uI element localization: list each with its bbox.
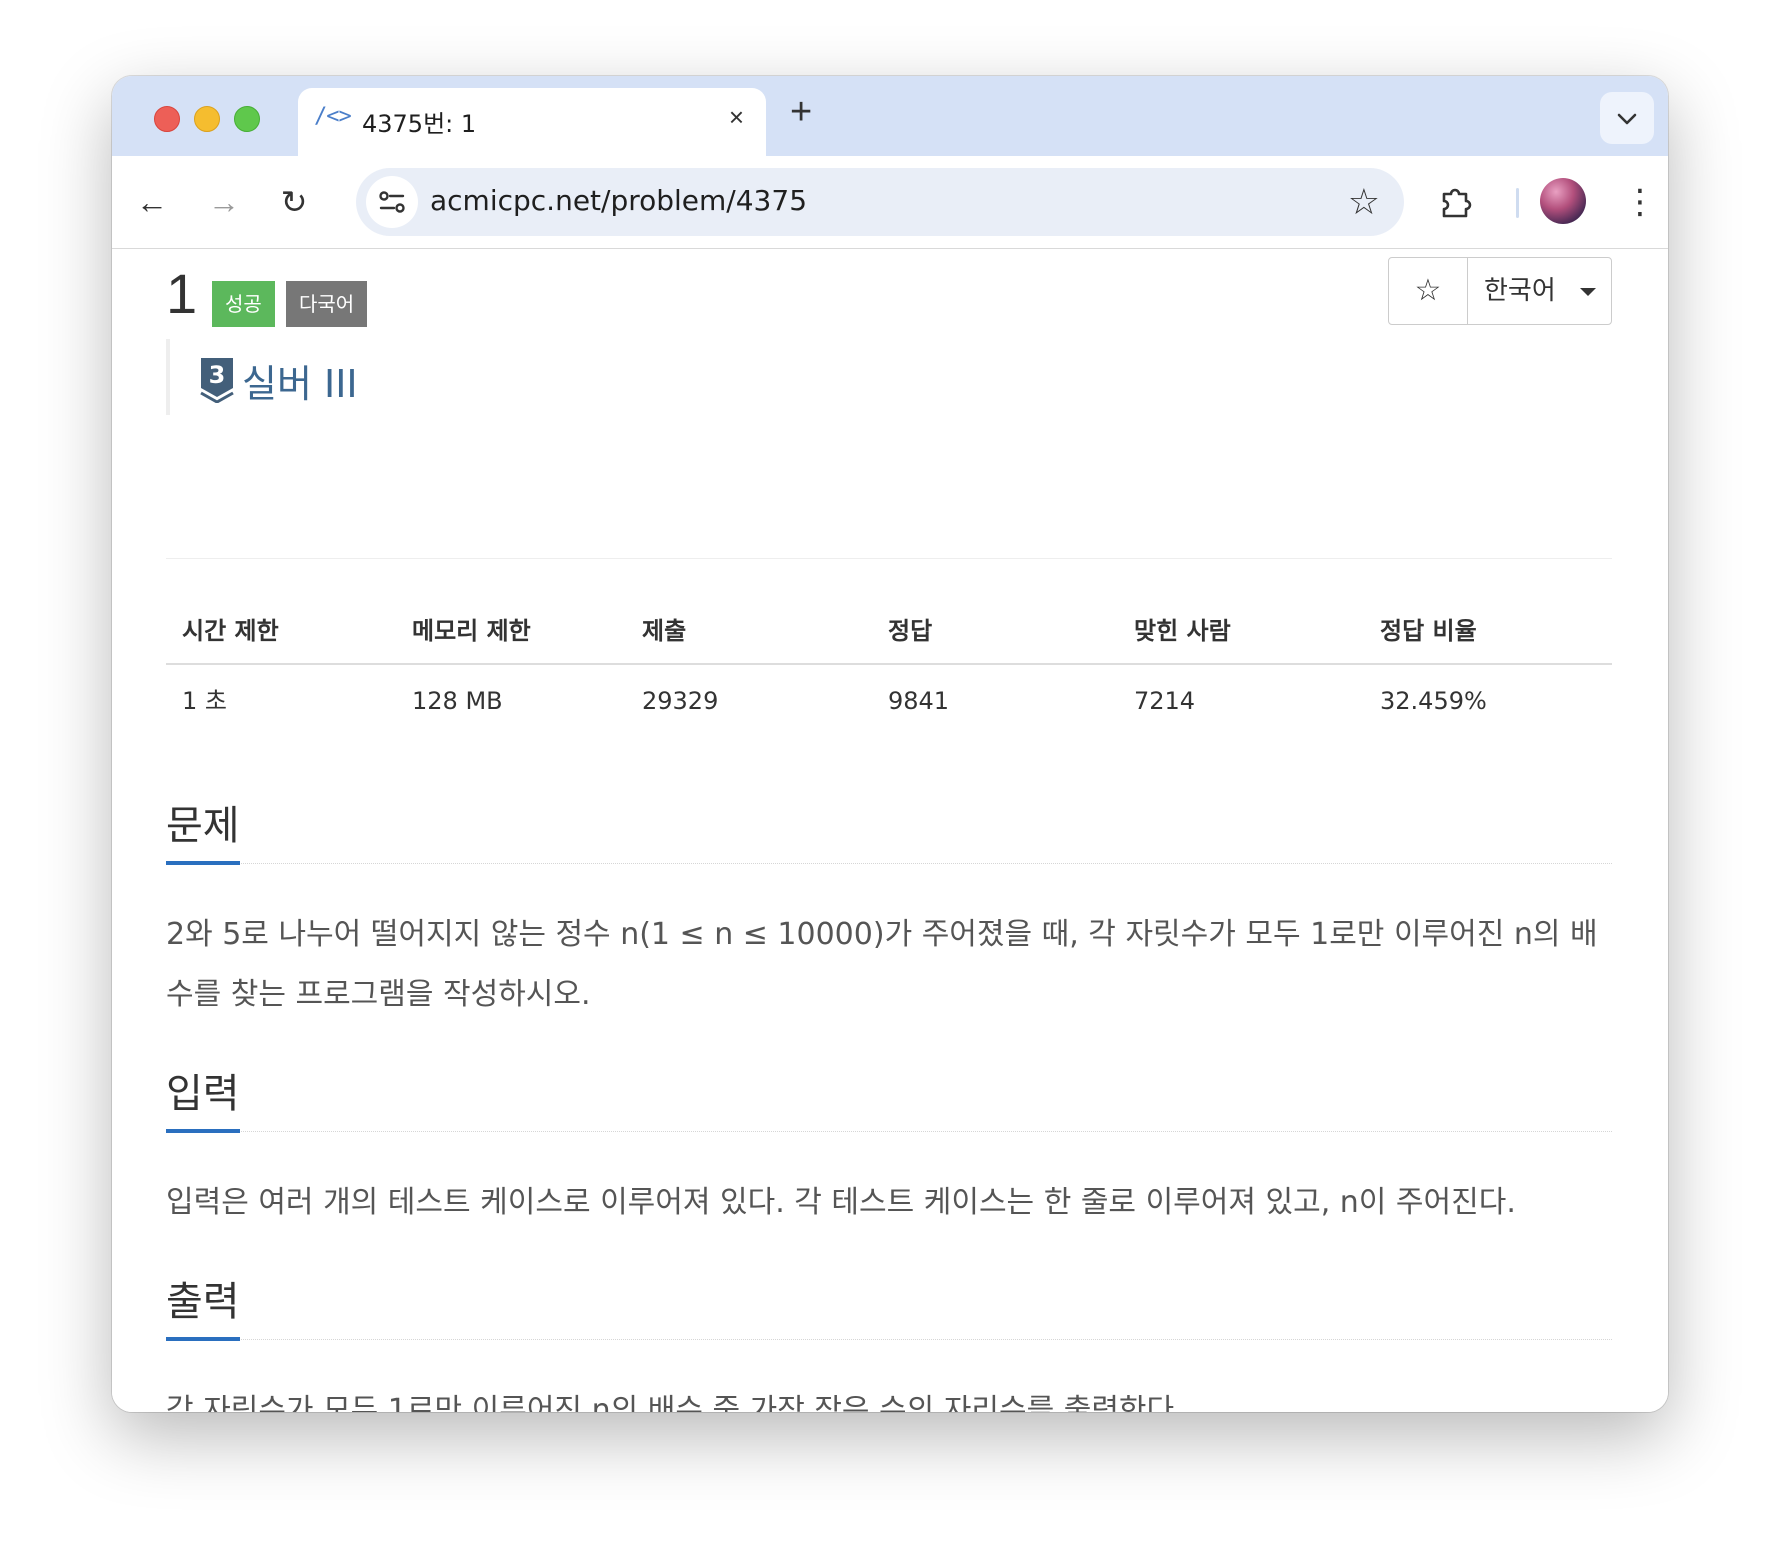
silver-tier-icon[interactable]: 3 — [200, 357, 234, 403]
language-label: 한국어 — [1484, 276, 1556, 306]
zoom-window-button[interactable] — [234, 106, 260, 132]
table-row: 1 초 128 MB 29329 9841 7214 32.459% — [166, 665, 1612, 737]
browser-toolbar: ← → ↻ acmicpc.net/problem/4375 ☆ ⋮ — [112, 156, 1668, 249]
status-badge-multilingual: 다국어 — [286, 281, 368, 327]
table-header-row: 시간 제한 메모리 제한 제출 정답 맞힌 사람 정답 비율 — [166, 599, 1612, 665]
tab-search-button[interactable] — [1600, 92, 1654, 144]
code-icon: /<> — [314, 104, 352, 129]
status-badge-success: 성공 — [212, 281, 275, 327]
site-settings-icon[interactable] — [366, 176, 418, 228]
browser-window: /<> 4375번: 1 × + ← → ↻ acmicpc.net/probl… — [112, 76, 1668, 1412]
table-header: 시간 제한 — [182, 617, 279, 645]
profile-avatar[interactable] — [1540, 178, 1586, 224]
address-bar[interactable]: acmicpc.net/problem/4375 ☆ — [356, 168, 1404, 236]
bookmark-star-icon[interactable]: ☆ — [1348, 180, 1380, 224]
problem-actions: ☆ 한국어 — [1388, 257, 1612, 325]
table-header: 맞힌 사람 — [1134, 617, 1231, 645]
back-button[interactable]: ← — [128, 178, 176, 226]
tab-strip: /<> 4375번: 1 × + — [112, 76, 1668, 156]
tier-label[interactable]: 실버 III — [242, 353, 358, 408]
table-cell: 7214 — [1134, 687, 1196, 715]
more-menu-icon[interactable]: ⋮ — [1622, 178, 1658, 226]
table-cell: 32.459% — [1380, 687, 1487, 715]
table-cell: 1 초 — [182, 687, 227, 715]
tier-block: 3 실버 III — [166, 339, 358, 415]
page-content: 1 성공 다국어 ☆ 한국어 3 실버 III 시간 제한 메모리 제한 제출 — [112, 249, 1668, 1412]
table-header: 정답 — [888, 617, 933, 645]
tier-level: 3 — [209, 361, 226, 389]
caret-down-icon — [1580, 288, 1596, 296]
extensions-icon[interactable] — [1430, 176, 1482, 228]
problem-description: 2와 5로 나누어 떨어지지 않는 정수 n(1 ≤ n ≤ 10000)가 주… — [166, 917, 1598, 1012]
table-cell: 29329 — [642, 687, 719, 715]
table-cell: 128 MB — [412, 687, 503, 715]
forward-button[interactable]: → — [200, 178, 248, 226]
chevron-down-icon — [1617, 113, 1637, 125]
minimize-window-button[interactable] — [194, 106, 220, 132]
tab-active[interactable]: /<> 4375번: 1 × — [298, 88, 766, 156]
divider — [166, 558, 1612, 559]
output-description: 각 자릿수가 모두 1로만 이루어진 n의 배수 중 가장 작은 수의 자리수를… — [166, 1393, 1184, 1412]
problem-info-table: 시간 제한 메모리 제한 제출 정답 맞힌 사람 정답 비율 1 초 128 M… — [166, 599, 1612, 737]
favorite-star-button[interactable]: ☆ — [1389, 258, 1468, 324]
new-tab-button[interactable]: + — [790, 92, 812, 132]
language-dropdown[interactable]: 한국어 — [1468, 258, 1610, 324]
table-header: 정답 비율 — [1380, 617, 1477, 645]
problem-title: 1 — [166, 262, 198, 325]
input-description: 입력은 여러 개의 테스트 케이스로 이루어져 있다. 각 테스트 케이스는 한… — [166, 1185, 1516, 1220]
toolbar-separator — [1516, 188, 1519, 218]
section-title: 입력 — [166, 1061, 240, 1133]
reload-button[interactable]: ↻ — [270, 178, 318, 226]
table-header: 제출 — [642, 617, 687, 645]
tab-title: 4375번: 1 — [362, 110, 477, 138]
section-heading-problem: 문제 — [166, 793, 1612, 865]
table-cell: 9841 — [888, 687, 950, 715]
close-window-button[interactable] — [154, 106, 180, 132]
section-title: 출력 — [166, 1269, 240, 1341]
url-text[interactable]: acmicpc.net/problem/4375 — [430, 184, 807, 217]
table-header: 메모리 제한 — [412, 617, 531, 645]
section-heading-input: 입력 — [166, 1061, 1612, 1133]
close-tab-icon[interactable]: × — [729, 102, 744, 133]
section-title: 문제 — [166, 793, 240, 865]
section-heading-output: 출력 — [166, 1269, 1612, 1341]
